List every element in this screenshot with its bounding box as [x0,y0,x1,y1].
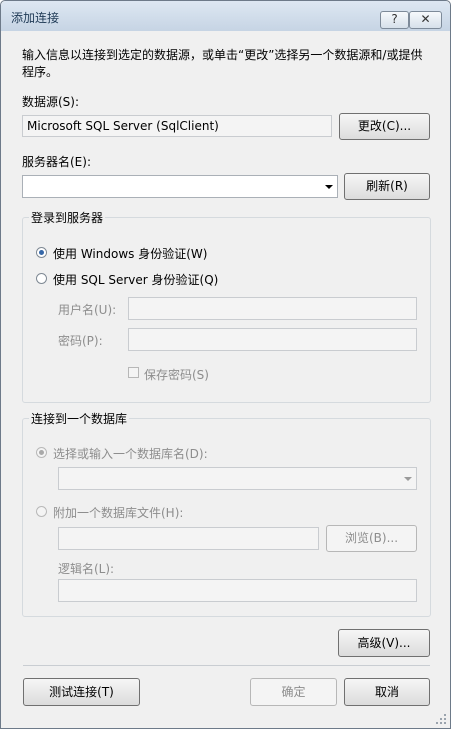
save-password-label[interactable]: 保存密码(S) [144,366,209,383]
separator [23,665,430,666]
test-connection-button[interactable]: 测试连接(T) [23,678,140,706]
select-database-label[interactable]: 选择或输入一个数据库名(D): [53,445,208,462]
server-name-label: 服务器名(E): [22,155,91,169]
datasource-field: Microsoft SQL Server (SqlClient) [22,115,332,137]
username-input[interactable] [128,297,417,320]
close-icon: ✕ [420,12,431,26]
select-database-radio[interactable] [36,447,47,458]
refresh-button[interactable]: 刷新(R) [344,173,430,200]
window-title: 添加连接 [11,11,60,25]
database-group-legend: 连接到一个数据库 [29,410,130,427]
browse-button[interactable]: 浏览(B)... [326,525,417,552]
windows-auth-label[interactable]: 使用 Windows 身份验证(W) [53,245,207,262]
database-name-combobox[interactable] [58,467,417,490]
username-label: 用户名(U): [58,303,117,317]
datasource-label: 数据源(S): [22,95,80,109]
help-button[interactable]: ? [380,11,409,29]
title-bar: 添加连接 ? ✕ [1,1,450,31]
instructions-text: 输入信息以连接到选定的数据源，或单击“更改”选择另一个数据源和/或提供程序。 [22,48,423,79]
attach-file-radio[interactable] [36,506,47,517]
ok-button[interactable]: 确定 [250,678,337,706]
change-datasource-button[interactable]: 更改(C)... [339,113,430,140]
password-input[interactable] [128,328,417,351]
resize-grip-icon[interactable] [436,714,446,724]
advanced-button[interactable]: 高级(V)... [338,629,430,657]
close-button[interactable]: ✕ [409,11,442,29]
login-group-legend: 登录到服务器 [29,209,106,226]
logical-name-label: 逻辑名(L): [58,562,115,576]
server-name-combobox[interactable] [22,175,338,198]
save-password-checkbox[interactable] [128,367,139,378]
database-file-input[interactable] [58,527,319,550]
chevron-down-icon[interactable] [404,477,412,481]
attach-file-label[interactable]: 附加一个数据库文件(H): [53,504,183,521]
chevron-down-icon[interactable] [325,185,333,189]
logical-name-input[interactable] [58,579,417,602]
add-connection-dialog: 添加连接 ? ✕ 输入信息以连接到选定的数据源，或单击“更改”选择另一个数据源和… [0,0,451,729]
password-label: 密码(P): [58,334,103,348]
sql-auth-radio[interactable] [36,273,47,284]
cancel-button[interactable]: 取消 [344,678,430,706]
windows-auth-radio[interactable] [36,247,47,258]
sql-auth-label[interactable]: 使用 SQL Server 身份验证(Q) [53,271,218,288]
